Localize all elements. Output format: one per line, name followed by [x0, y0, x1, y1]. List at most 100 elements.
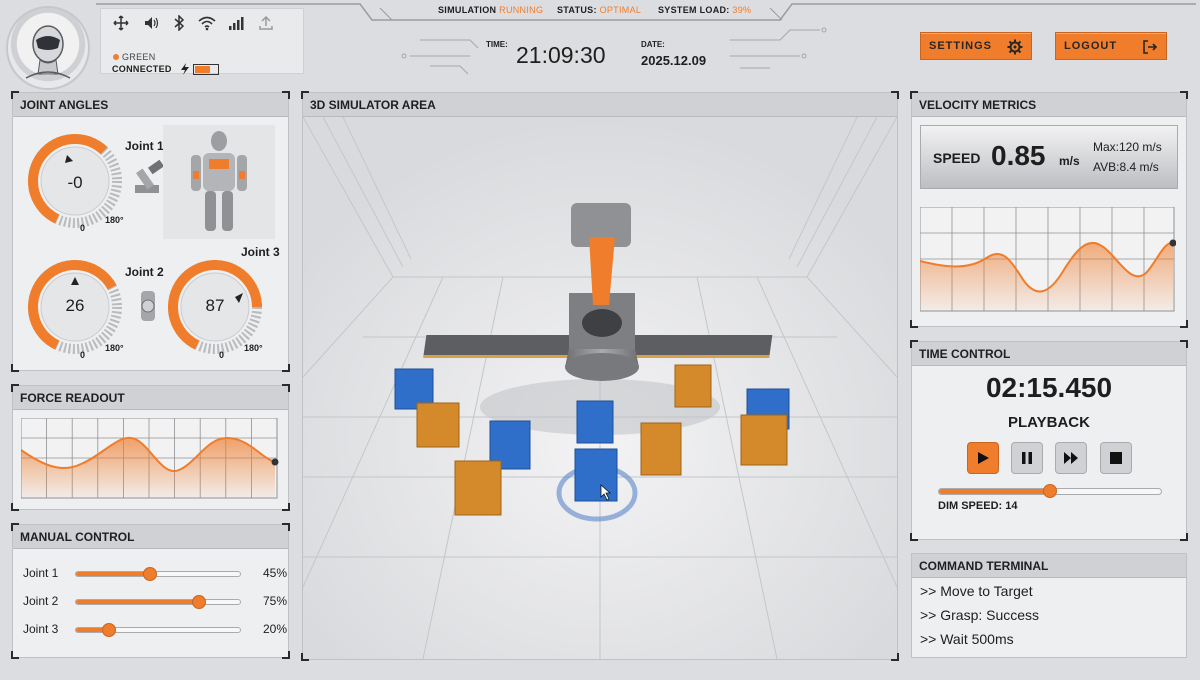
- pause-icon: [1022, 452, 1032, 464]
- joint-1-slider-row: Joint 1 45%: [23, 563, 287, 583]
- manual-control-panel: MANUAL CONTROL Joint 1 45% Joint 2 75% J…: [11, 523, 290, 659]
- battery-icon: [193, 64, 219, 75]
- joint-2-value: 26: [65, 296, 85, 315]
- status-value: OPTIMAL: [599, 5, 642, 15]
- joint-2-min: 0: [80, 350, 86, 360]
- fast-forward-icon: [1064, 452, 1078, 464]
- joint-3-max: 180°: [244, 343, 263, 353]
- velocity-metrics-title: VELOCITY METRICS: [912, 93, 1186, 117]
- simulator-panel: 3D SIMULATOR AREA: [301, 91, 899, 661]
- velocity-metrics-panel: VELOCITY METRICS SPEED 0.85 m/s Max:120 …: [910, 91, 1188, 328]
- command-terminal-title: COMMAND TERMINAL: [912, 554, 1186, 578]
- status-label: STATUS:: [557, 5, 597, 15]
- simulation-status: SIMULATION RUNNING: [438, 5, 543, 15]
- system-load: SYSTEM LOAD: 39%: [658, 5, 751, 15]
- joint-2-slider-row: Joint 2 75%: [23, 591, 287, 611]
- joint-1-slider[interactable]: [75, 567, 241, 581]
- joint-2-max: 180°: [105, 343, 124, 353]
- joint-3-slider-handle[interactable]: [101, 623, 116, 637]
- dim-speed-label: DIM SPEED: 14: [938, 500, 1018, 512]
- joint-3-slider-label: Joint 3: [23, 622, 59, 636]
- joint-3-slider-value: 20%: [262, 622, 287, 636]
- load-value: 39%: [732, 5, 752, 15]
- simulation-value: RUNNING: [499, 5, 544, 15]
- joint-3-value: 87: [205, 296, 225, 315]
- date-label: DATE:: [641, 40, 665, 49]
- speed-slider-handle[interactable]: [1043, 484, 1057, 498]
- terminal-line: >> Grasp: Success: [920, 607, 1040, 623]
- top-bar: GREEN CONNECTED SIMULATION RUNNING STATU…: [0, 0, 1200, 90]
- time-control-panel: TIME CONTROL 02:15.450 PLAYBACK DIM SPEE…: [910, 340, 1188, 541]
- logout-icon: [1142, 39, 1158, 55]
- joint-3-min: 0: [219, 350, 225, 360]
- lightning-icon: [180, 62, 190, 80]
- terminal-line: >> Wait 500ms: [920, 631, 1014, 647]
- avatar[interactable]: [6, 6, 90, 90]
- wrist-joint-icon: [135, 287, 161, 330]
- volume-icon[interactable]: [140, 12, 162, 34]
- logout-button[interactable]: LOGOUT: [1055, 32, 1167, 60]
- joint-1-slider-fill: [76, 572, 150, 576]
- speed-slider-fill: [939, 489, 1050, 494]
- joint-2-slider-label: Joint 2: [23, 594, 59, 608]
- speed-readout: SPEED 0.85 m/s Max:120 m/s AVB:8.4 m/s: [920, 125, 1178, 189]
- joint-3-slider-row: Joint 3 20%: [23, 619, 287, 639]
- joint-2-slider[interactable]: [75, 595, 241, 609]
- joint-angles-panel: JOINT ANGLES -0 Joint 1 0 180° 26 Joint …: [11, 91, 290, 372]
- stop-icon: [1110, 452, 1122, 464]
- force-readout-panel: FORCE READOUT: [11, 384, 290, 511]
- joint-2-label: Joint 2: [125, 265, 164, 279]
- speed-avg: AVB:8.4 m/s: [1093, 160, 1159, 174]
- system-status: STATUS: OPTIMAL: [557, 5, 641, 15]
- play-button[interactable]: [967, 442, 999, 474]
- speed-max: Max:120 m/s: [1093, 140, 1162, 154]
- time-label: TIME:: [486, 40, 508, 49]
- logout-label: LOGOUT: [1064, 40, 1118, 52]
- link-state-label: CONNECTED: [112, 64, 172, 74]
- joint-3-slider[interactable]: [75, 623, 241, 637]
- command-terminal-panel: COMMAND TERMINAL >> Move to Target >> Gr…: [911, 553, 1187, 658]
- stop-button[interactable]: [1100, 442, 1132, 474]
- simulation-label: SIMULATION: [438, 5, 497, 15]
- bluetooth-icon[interactable]: [168, 12, 190, 34]
- joint-2-slider-fill: [76, 600, 199, 604]
- speed-value: 0.85: [991, 140, 1046, 171]
- speed-unit: m/s: [1059, 154, 1080, 168]
- simulator-title: 3D SIMULATOR AREA: [303, 93, 897, 117]
- gear-icon: [1007, 39, 1023, 55]
- joint-1-slider-value: 45%: [262, 566, 287, 580]
- robot-head-icon: [25, 25, 71, 79]
- fast-forward-button[interactable]: [1055, 442, 1087, 474]
- signal-icon[interactable]: [225, 12, 247, 34]
- clock-date: 2025.12.09: [641, 53, 707, 68]
- joint-2-slider-handle[interactable]: [192, 595, 206, 609]
- playback-time: 02:15.450: [985, 372, 1113, 403]
- time-control-title: TIME CONTROL: [912, 342, 1186, 366]
- clock-time: 21:09:30: [516, 42, 606, 68]
- terminal-line: >> Move to Target: [920, 583, 1033, 599]
- joint-1-slider-label: Joint 1: [23, 566, 59, 580]
- upload-icon[interactable]: [255, 12, 277, 34]
- manual-control-title: MANUAL CONTROL: [13, 525, 288, 549]
- joint-2-slider-value: 75%: [262, 594, 287, 608]
- simulator-viewport[interactable]: [303, 117, 897, 659]
- wifi-icon[interactable]: [196, 12, 218, 34]
- load-label: SYSTEM LOAD:: [658, 5, 730, 15]
- speed-label: SPEED: [933, 150, 981, 166]
- settings-button[interactable]: SETTINGS: [920, 32, 1032, 60]
- joint-1-slider-handle[interactable]: [142, 567, 157, 581]
- move-icon[interactable]: [110, 12, 132, 34]
- force-chart: [21, 418, 279, 499]
- speed-slider[interactable]: [938, 484, 1162, 498]
- joint-1-max: 180°: [105, 215, 124, 225]
- pause-button[interactable]: [1011, 442, 1043, 474]
- humanoid-robot-image: [163, 125, 275, 239]
- link-color-label: GREEN: [122, 52, 156, 62]
- play-icon: [978, 452, 989, 464]
- link-status-dot: [113, 54, 119, 60]
- joint-3-label: Joint 3: [241, 245, 280, 259]
- battery-fill: [195, 66, 211, 73]
- joint-1-label: Joint 1: [125, 139, 164, 153]
- velocity-chart: [920, 207, 1176, 312]
- settings-label: SETTINGS: [929, 40, 993, 52]
